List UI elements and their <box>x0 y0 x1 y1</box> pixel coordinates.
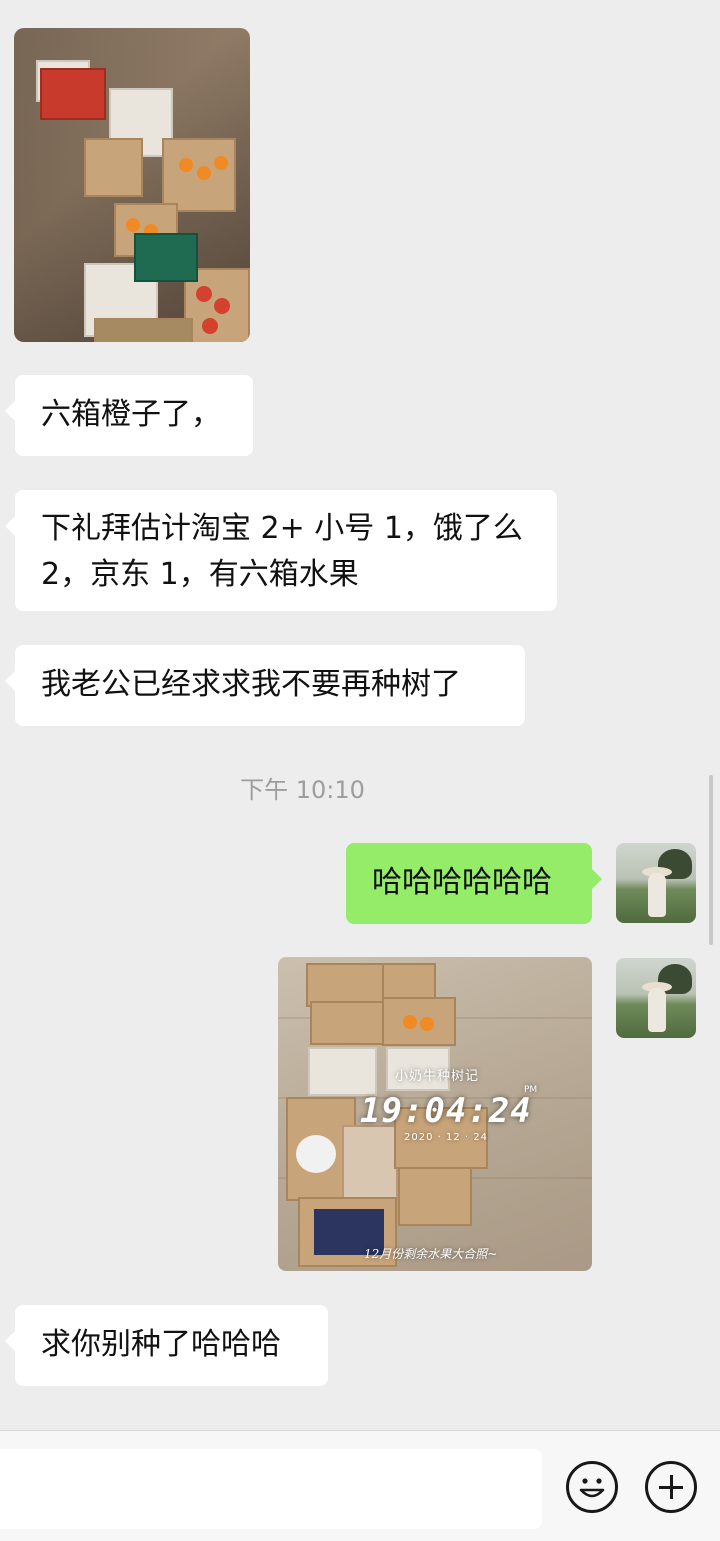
incoming-message[interactable]: 六箱橙子了， <box>5 375 253 456</box>
scrollbar[interactable] <box>709 775 713 945</box>
input-bar <box>0 1430 720 1541</box>
overlay-date: 2020 · 12 · 24 <box>404 1132 488 1143</box>
overlay-caption: 12月份剩余水果大合照~ <box>364 1247 498 1261</box>
message-timestamp: 下午 10:10 <box>240 776 365 804</box>
message-text: 我老公已经求求我不要再种树了 <box>41 667 461 702</box>
message-text-line: 下礼拜估计淘宝 2+ 小号 1，饿了么 <box>41 511 523 546</box>
incoming-message[interactable]: 下礼拜估计淘宝 2+ 小号 1，饿了么 2，京东 1，有六箱水果 <box>5 490 557 611</box>
user-avatar[interactable] <box>616 843 696 923</box>
message-text: 哈哈哈哈哈哈 <box>372 865 552 900</box>
message-text: 六箱橙子了， <box>41 397 221 432</box>
message-text-line: 2，京东 1，有六箱水果 <box>41 557 359 592</box>
smiley-icon <box>579 1478 605 1498</box>
incoming-message[interactable]: 求你别种了哈哈哈 <box>5 1305 328 1386</box>
emoji-button[interactable] <box>566 1461 618 1513</box>
outgoing-message[interactable]: 哈哈哈哈哈哈 <box>346 843 602 924</box>
message-input[interactable] <box>0 1449 542 1529</box>
incoming-photo[interactable] <box>14 28 250 342</box>
outgoing-photo[interactable]: 小奶牛种树记 PM 19:04:24 2020 · 12 · 24 12月份剩余… <box>278 957 592 1271</box>
incoming-message[interactable]: 我老公已经求求我不要再种树了 <box>5 645 525 726</box>
overlay-title: 小奶牛种树记 <box>395 1069 480 1084</box>
overlay-clock: 19:04:24 <box>360 1091 532 1131</box>
message-text: 求你别种了哈哈哈 <box>41 1327 281 1362</box>
user-avatar[interactable] <box>616 958 696 1038</box>
more-button[interactable] <box>645 1461 697 1513</box>
